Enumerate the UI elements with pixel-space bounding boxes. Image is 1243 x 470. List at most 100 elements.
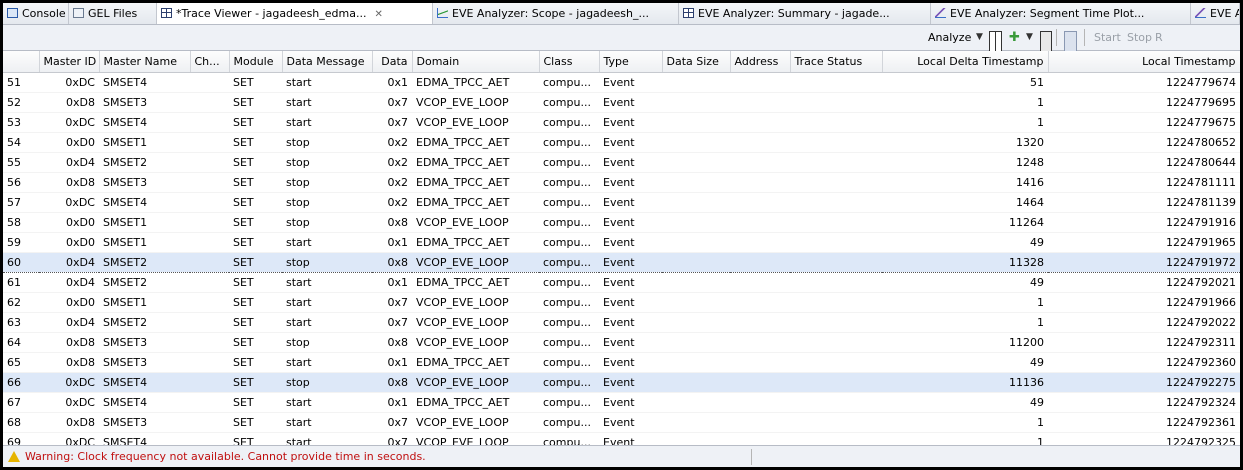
segment-plot-icon <box>935 8 946 18</box>
table-cell <box>190 212 229 233</box>
table-row[interactable]: 61 0xD4 SMSET2 SET start 0x1 EDMA_TPCC_AET comp… <box>3 272 1240 293</box>
table-cell: 1224779675 <box>1048 112 1240 133</box>
table-cell: EDMA_TPCC_AET <box>412 272 539 293</box>
table-cell: VCOP_EVE_LOOP <box>412 212 539 233</box>
table-cell: 1224792022 <box>1048 312 1240 333</box>
column-header-5[interactable]: Data Message <box>282 51 373 73</box>
table-cell: stop <box>282 152 372 173</box>
table-cell: compu... <box>539 172 599 193</box>
table-cell: start <box>282 72 372 93</box>
table-row[interactable]: 62 0xD0 SMSET1 SET start 0x7 VCOP_EVE_LOOP comp… <box>3 292 1240 313</box>
tab-5[interactable]: EVE Analyzer: Segment Time Plot... <box>931 3 1191 24</box>
truncated-toolbar-button[interactable]: R <box>1155 25 1163 50</box>
table-cell: stop <box>282 192 372 213</box>
table-cell: compu... <box>539 412 599 433</box>
table-cell: compu... <box>539 332 599 353</box>
table-cell: VCOP_EVE_LOOP <box>412 112 539 133</box>
start-button[interactable]: Start <box>1094 25 1121 50</box>
column-header-7[interactable]: Domain <box>412 51 540 73</box>
table-cell: 1 <box>882 92 1048 113</box>
table-cell: 53 <box>3 112 39 133</box>
table-cell: compu... <box>539 212 599 233</box>
table-row[interactable]: 58 0xD0 SMSET1 SET stop 0x8 VCOP_EVE_LOOP compu… <box>3 212 1240 233</box>
table-cell <box>790 172 882 193</box>
column-header-4[interactable]: Module <box>229 51 283 73</box>
column-header-9[interactable]: Type <box>599 51 663 73</box>
tab-label: EVE Analyzer: Segment Time Plot... <box>950 7 1145 20</box>
table-row[interactable]: 66 0xDC SMSET4 SET stop 0x8 VCOP_EVE_LOOP compu… <box>3 372 1240 393</box>
table-cell: Event <box>599 412 662 433</box>
table-row[interactable]: 64 0xD8 SMSET3 SET stop 0x8 VCOP_EVE_LOOP compu… <box>3 332 1240 353</box>
table-cell <box>190 72 229 93</box>
table-row[interactable]: 68 0xD8 SMSET3 SET start 0x7 VCOP_EVE_LOOP comp… <box>3 412 1240 433</box>
table-cell: compu... <box>539 92 599 113</box>
column-header-12[interactable]: Trace Status <box>790 51 883 73</box>
column-header-13[interactable]: Local Delta Timestamp <box>882 51 1049 73</box>
table-row[interactable]: 57 0xDC SMSET4 SET stop 0x2 EDMA_TPCC_AET compu… <box>3 192 1240 213</box>
table-cell <box>662 192 730 213</box>
table-row[interactable]: 52 0xD8 SMSET3 SET start 0x7 VCOP_EVE_LOOP comp… <box>3 92 1240 113</box>
table-cell: SET <box>229 192 282 213</box>
table-row[interactable]: 54 0xD0 SMSET1 SET stop 0x2 EDMA_TPCC_AET compu… <box>3 132 1240 153</box>
column-header-14[interactable]: Local Timestamp <box>1048 51 1240 73</box>
tab-3[interactable]: EVE Analyzer: Scope - jagadeesh_... <box>433 3 679 24</box>
table-row[interactable]: 65 0xD8 SMSET3 SET start 0x1 EDMA_TPCC_AET comp… <box>3 352 1240 373</box>
table-cell <box>790 372 882 393</box>
table-cell: 0xDC <box>39 432 99 445</box>
table-cell <box>730 72 790 93</box>
column-header-1[interactable]: Master ID <box>39 51 100 73</box>
table-row[interactable]: 59 0xD0 SMSET1 SET start 0x1 EDMA_TPCC_AET comp… <box>3 232 1240 253</box>
table-row[interactable]: 63 0xD4 SMSET2 SET start 0x7 VCOP_EVE_LOOP comp… <box>3 312 1240 333</box>
stop-button[interactable]: Stop <box>1127 25 1152 50</box>
table-cell <box>662 292 730 313</box>
table-cell: compu... <box>539 152 599 173</box>
tab-label: EVE Analyzer: Scope - jagadeesh_... <box>452 7 650 20</box>
table-cell: 1224792360 <box>1048 352 1240 373</box>
column-header-6[interactable]: Data <box>372 51 413 73</box>
table-cell: start <box>282 312 372 333</box>
column-header-10[interactable]: Data Size <box>662 51 731 73</box>
table-cell <box>790 92 882 113</box>
tab-0[interactable]: Console <box>3 3 69 24</box>
tab-1[interactable]: GEL Files <box>69 3 157 24</box>
tab-4[interactable]: EVE Analyzer: Summary - jagade... <box>679 3 931 24</box>
trace-table-container[interactable]: Master ID Master Name Ch... Module Data Mess… <box>3 51 1240 445</box>
table-cell: 1224792325 <box>1048 432 1240 445</box>
table-cell <box>662 332 730 353</box>
tab-6[interactable]: EVE An <box>1191 3 1240 24</box>
table-cell: 0xD0 <box>39 212 99 233</box>
column-header-11[interactable]: Address <box>730 51 791 73</box>
table-cell: 11200 <box>882 332 1048 353</box>
table-row[interactable]: 60 0xD4 SMSET2 SET stop 0x8 VCOP_EVE_LOOP compu… <box>3 252 1240 273</box>
table-row[interactable]: 55 0xD4 SMSET2 SET stop 0x2 EDMA_TPCC_AET compu… <box>3 152 1240 173</box>
table-cell: 1224792275 <box>1048 372 1240 393</box>
table-row[interactable]: 67 0xDC SMSET4 SET start 0x1 EDMA_TPCC_AET comp… <box>3 392 1240 413</box>
add-analysis-dropdown-chevron-icon[interactable]: ▼ <box>1026 25 1033 50</box>
add-analysis-icon[interactable]: ✚ <box>1009 25 1020 50</box>
table-row[interactable]: 56 0xD8 SMSET3 SET stop 0x2 EDMA_TPCC_AET compu… <box>3 172 1240 193</box>
column-header-8[interactable]: Class <box>539 51 600 73</box>
table-cell: 0x8 <box>372 212 412 233</box>
analyze-dropdown-chevron-icon[interactable]: ▼ <box>976 25 983 50</box>
close-tab-icon[interactable]: ✕ <box>374 9 382 20</box>
table-row[interactable]: 51 0xDC SMSET4 SET start 0x1 EDMA_TPCC_AET comp… <box>3 72 1240 93</box>
table-cell: SMSET3 <box>99 172 190 193</box>
table-cell: stop <box>282 172 372 193</box>
table-row[interactable]: 69 0xDC SMSET4 SET start 0x7 VCOP_EVE_LOOP comp… <box>3 432 1240 445</box>
column-header-3[interactable]: Ch... <box>190 51 230 73</box>
table-row[interactable]: 53 0xDC SMSET4 SET start 0x7 VCOP_EVE_LOOP comp… <box>3 112 1240 133</box>
column-header-2[interactable]: Master Name <box>99 51 191 73</box>
tab-2[interactable]: *Trace Viewer - jagadeesh_edma... ✕ <box>157 3 433 24</box>
table-cell: compu... <box>539 392 599 413</box>
table-cell: 1224791972 <box>1048 252 1240 273</box>
status-bar: Warning: Clock frequency not available. … <box>3 445 1240 467</box>
table-cell: Event <box>599 72 662 93</box>
column-header-0[interactable] <box>3 51 40 73</box>
table-cell <box>790 252 882 273</box>
table-cell: start <box>282 232 372 253</box>
table-cell: SET <box>229 132 282 153</box>
table-cell: 61 <box>3 272 39 293</box>
table-cell <box>790 212 882 233</box>
table-cell: compu... <box>539 352 599 373</box>
table-cell: 0x8 <box>372 332 412 353</box>
